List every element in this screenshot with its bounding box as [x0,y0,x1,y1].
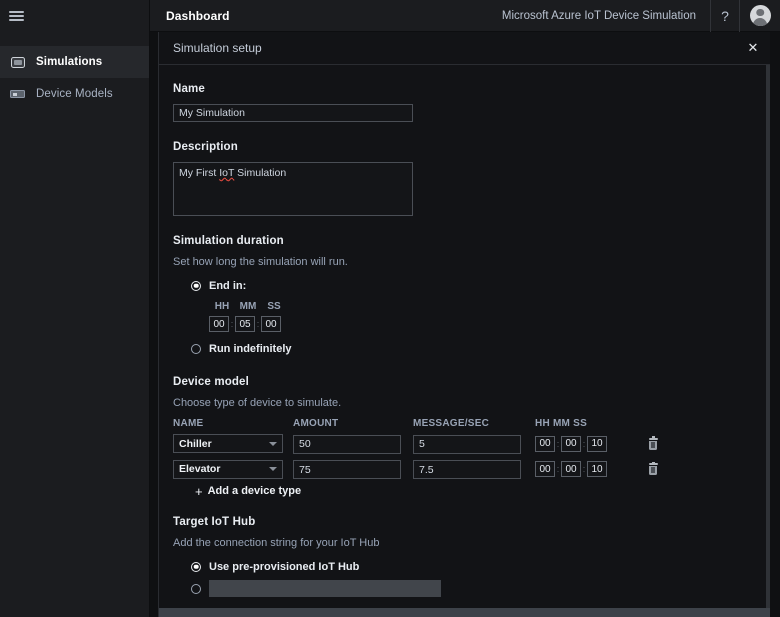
device-model-table-header: NAME AMOUNT MESSAGE/SEC HH MM SS [173,418,756,429]
target-iot-hub-subtitle: Add the connection string for your IoT H… [173,537,380,549]
hamburger-menu-button[interactable] [0,0,149,32]
column-header-amount: AMOUNT [293,418,339,429]
row-hh-input-0[interactable] [535,435,555,452]
sidebar: Simulations Device Models [0,0,150,617]
table-row: Elevator : [173,459,756,479]
description-input[interactable]: My First IoT Simulation [173,162,413,216]
column-header-hms: HH MM SS [535,418,587,429]
device-model-section: Device model Choose type of device to si… [173,376,756,499]
radio-preprovisioned-row[interactable]: Use pre-provisioned IoT Hub [191,558,756,575]
radio-preprovisioned-hub-label: Use pre-provisioned IoT Hub [209,560,360,573]
delete-row-cell-1 [640,461,670,476]
row-hh-input-1[interactable] [535,461,555,478]
radio-custom-connection-string[interactable] [191,583,201,594]
name-section: Name [173,83,756,122]
delete-row-cell-0 [640,436,670,450]
column-header-name: NAME [173,418,204,429]
app-root: Simulations Device Models Dashboard Micr… [0,0,780,617]
sidebar-item-simulations[interactable]: Simulations [0,46,149,78]
simulation-duration-subtitle: Set how long the simulation will run. [173,256,348,268]
radio-custom-connection-row[interactable] [191,580,756,597]
main-region: Dashboard Microsoft Azure IoT Device Sim… [150,0,780,617]
description-text-post: Simulation [234,167,287,179]
duration-hms-inputs: : : [209,316,756,332]
description-text-misspelled: IoT [219,167,235,179]
add-device-type-label: Add a device type [207,485,302,497]
sidebar-item-device-models[interactable]: Device Models [0,78,149,110]
row-ss-input-0[interactable] [587,435,607,452]
device-model-title: Device model [173,376,249,388]
sidebar-nav: Simulations Device Models [0,46,149,110]
duration-mm-header: MM [239,301,257,312]
radio-end-in[interactable] [191,280,201,291]
device-type-dropdown-0-label: Chiller [179,437,212,450]
target-iot-hub-section: Target IoT Hub Add the connection string… [173,516,756,597]
panel-footer-bar [159,608,770,617]
user-avatar-button[interactable] [740,0,780,32]
message-sec-cell-1 [413,460,535,479]
chevron-down-icon [269,441,277,446]
plus-icon: + [195,483,203,499]
duration-ss-input[interactable] [261,316,281,332]
duration-ss-header: SS [267,301,281,312]
trash-icon[interactable] [640,461,666,476]
device-type-dropdown-1-label: Elevator [179,463,221,476]
chevron-down-icon [269,467,277,472]
panel-scrollbar[interactable] [766,65,770,617]
row-ss-input-1[interactable] [587,461,607,478]
help-icon[interactable]: ? [711,0,739,32]
name-input[interactable] [173,104,413,122]
amount-input-1[interactable] [293,460,401,479]
description-label: Description [173,141,238,153]
amount-input-0[interactable] [293,434,401,454]
radio-end-in-label: End in: [209,279,247,292]
target-iot-hub-title: Target IoT Hub [173,516,256,528]
page-title: Dashboard [166,8,230,23]
description-text-pre: My First [179,167,220,179]
message-sec-cell-0 [413,434,535,454]
brand-label: Microsoft Azure IoT Device Simulation [501,9,696,22]
row-mm-input-1[interactable] [561,461,581,478]
device-type-dropdown-0[interactable]: Chiller [173,434,293,454]
simulation-setup-panel: Simulation setup ✕ Name Description My F… [158,32,770,617]
panel-body: Name Description My First IoT Simulation… [159,65,770,617]
duration-hh-input[interactable] [209,316,229,332]
connection-string-input[interactable] [209,580,441,597]
table-row: Chiller : [173,434,756,454]
row-hms-inputs-1: : : [535,461,640,478]
simulation-duration-title: Simulation duration [173,235,284,247]
duration-hh-header: HH [214,301,230,312]
radio-end-in-row[interactable]: End in: [191,277,756,294]
radio-run-indefinitely[interactable] [191,343,201,354]
device-model-subtitle: Choose type of device to simulate. [173,397,342,409]
message-sec-input-0[interactable] [413,434,521,454]
top-bar: Dashboard Microsoft Azure IoT Device Sim… [150,0,780,32]
amount-cell-0 [293,434,413,454]
panel-header: Simulation setup ✕ [159,32,770,65]
duration-mm-input[interactable] [235,316,255,332]
hamburger-icon [9,9,24,24]
radio-preprovisioned-hub[interactable] [191,561,201,572]
sidebar-item-simulations-label: Simulations [36,56,103,68]
radio-run-indefinitely-row[interactable]: Run indefinitely [191,340,756,357]
user-avatar-icon [749,5,771,26]
message-sec-input-1[interactable] [413,460,521,479]
device-model-icon [9,87,26,101]
panel-title: Simulation setup [173,41,262,55]
row-mm-input-0[interactable] [561,435,581,452]
sidebar-item-device-models-label: Device Models [36,88,113,100]
close-icon[interactable]: ✕ [736,32,770,65]
device-type-dropdown-1[interactable]: Elevator [173,459,293,479]
row-hms-inputs-0: : : [535,435,640,452]
simulation-device-icon [9,55,26,69]
duration-hms-headers: HH MM SS [209,301,756,312]
column-header-message-sec: MESSAGE/SEC [413,418,490,429]
simulation-duration-section: Simulation duration Set how long the sim… [173,235,756,357]
add-device-type-button[interactable]: + Add a device type [195,483,756,499]
name-label: Name [173,83,205,95]
description-section: Description My First IoT Simulation [173,141,756,216]
radio-run-indefinitely-label: Run indefinitely [209,342,292,355]
trash-icon[interactable] [640,436,666,450]
amount-cell-1 [293,460,413,479]
